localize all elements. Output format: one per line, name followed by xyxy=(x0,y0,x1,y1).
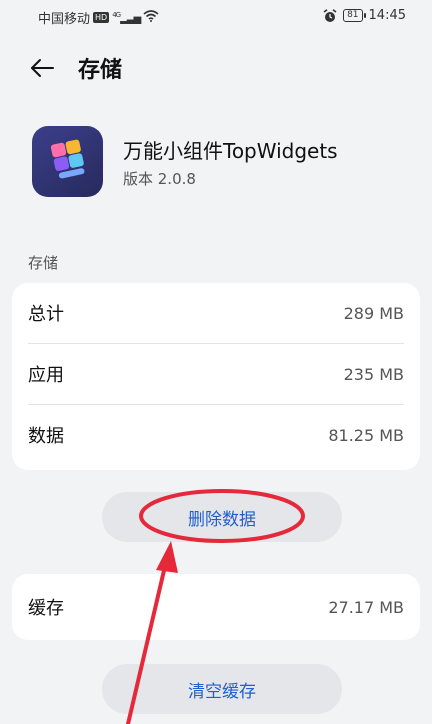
row-value: 81.25 MB xyxy=(328,425,404,445)
battery-level: 81 xyxy=(347,10,359,20)
row-label: 总计 xyxy=(28,304,64,325)
app-info: 万能小组件TopWidgets 版本 2.0.8 xyxy=(32,126,338,197)
cache-value: 27.17 MB xyxy=(328,597,404,617)
wifi-icon xyxy=(143,9,159,26)
clear-cache-button[interactable]: 清空缓存 xyxy=(102,664,342,714)
carrier-name: 中国移动 xyxy=(38,12,91,27)
status-bar: 中国移动 HD 4G▂▃▅ 81 14:45 xyxy=(0,0,432,34)
signal-icon: 4G▂▃▅ xyxy=(112,10,141,25)
status-bar-left: 中国移动 HD 4G▂▃▅ xyxy=(38,8,159,27)
app-name: 万能小组件TopWidgets xyxy=(123,138,338,163)
storage-card: 总计 289 MB 应用 235 MB 数据 81.25 MB xyxy=(12,283,420,470)
storage-row-data: 数据 81.25 MB xyxy=(12,405,420,465)
app-version: 版本 2.0.8 xyxy=(123,169,196,188)
network-type: 4G xyxy=(112,10,121,19)
back-arrow-icon[interactable] xyxy=(28,54,56,82)
storage-section-label: 存储 xyxy=(28,254,59,272)
app-text: 万能小组件TopWidgets 版本 2.0.8 xyxy=(123,135,338,189)
row-value: 289 MB xyxy=(343,303,404,323)
row-label: 数据 xyxy=(28,426,64,447)
row-value: 235 MB xyxy=(343,364,404,384)
app-icon xyxy=(32,126,103,197)
hd-badge: HD xyxy=(93,12,110,23)
clock: 14:45 xyxy=(368,8,406,23)
row-label: 应用 xyxy=(28,365,64,386)
battery-icon: 81 xyxy=(343,9,367,22)
page-title: 存储 xyxy=(78,58,123,83)
storage-row-app: 应用 235 MB xyxy=(12,344,420,404)
cache-card: 缓存 27.17 MB xyxy=(12,574,420,640)
annotation-arrowhead xyxy=(156,541,178,573)
storage-row-total: 总计 289 MB xyxy=(12,283,420,343)
alarm-icon xyxy=(323,8,337,23)
cache-row: 缓存 27.17 MB xyxy=(12,574,420,640)
cache-label: 缓存 xyxy=(28,598,64,619)
header: 存储 xyxy=(28,52,122,84)
status-bar-right: 81 14:45 xyxy=(323,8,406,23)
delete-data-button[interactable]: 删除数据 xyxy=(102,492,342,542)
